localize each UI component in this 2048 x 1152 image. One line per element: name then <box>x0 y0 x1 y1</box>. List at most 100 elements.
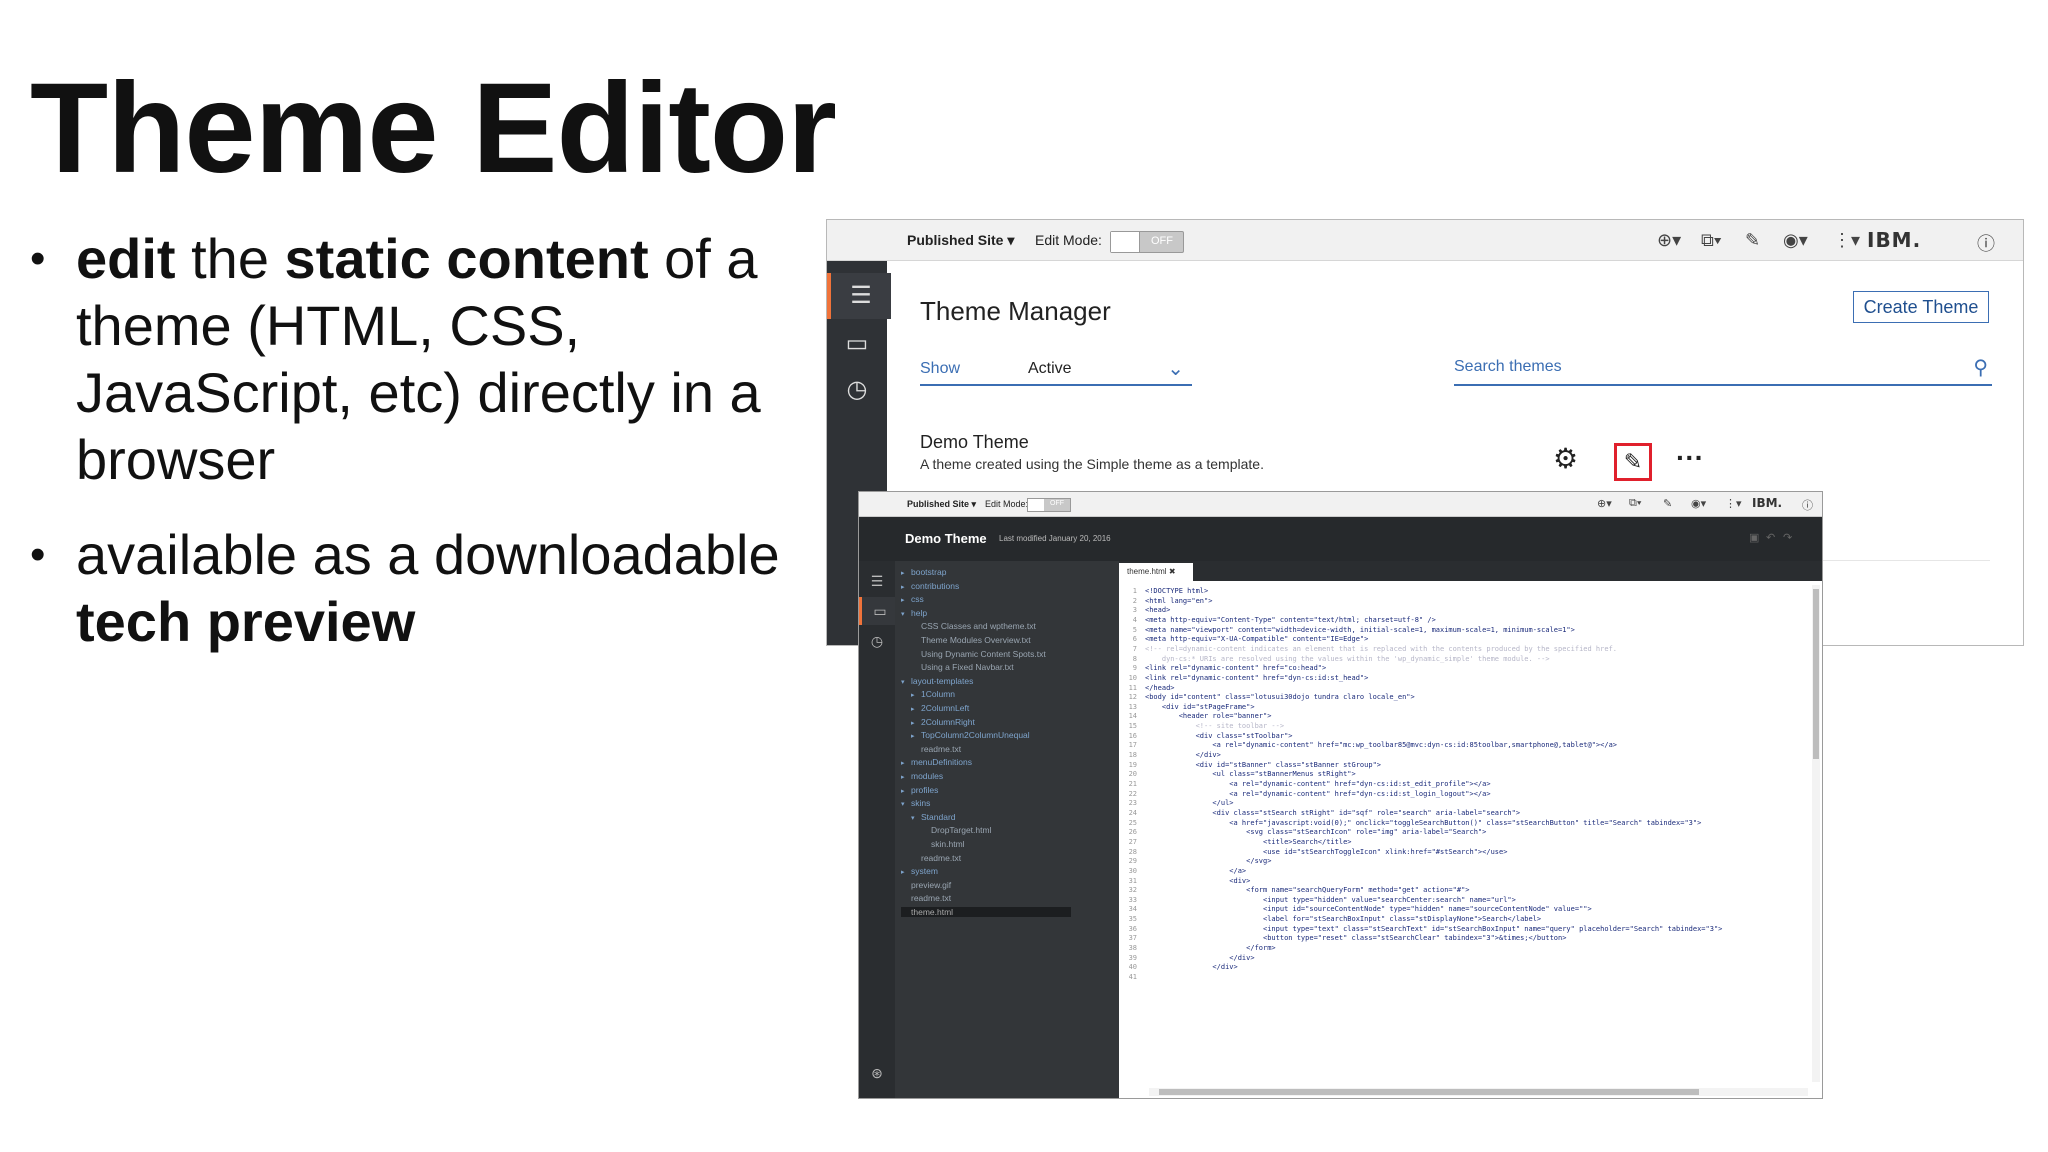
terminal-icon[interactable]: ▭ <box>827 321 887 367</box>
more-vertical-icon[interactable]: ⋮▾ <box>1725 497 1742 510</box>
caret-down-icon: ▾ <box>901 801 905 809</box>
ibm-logo: IBM. <box>1867 228 1922 252</box>
tree-folder[interactable]: ▸ 2ColumnRight <box>911 717 975 727</box>
redo-icon[interactable]: ↷ <box>1783 531 1792 544</box>
tree-item-label: Theme Modules Overview.txt <box>921 635 1031 645</box>
caret-down-icon: ▾ <box>901 610 905 618</box>
tree-item-label: menuDefinitions <box>911 757 972 768</box>
editor-theme-title: Demo Theme <box>905 531 987 546</box>
bullet-item: edit the static content of a theme (HTML… <box>30 225 800 493</box>
edit-mode-label: Edit Mode: <box>1035 232 1102 248</box>
horizontal-scrollbar[interactable] <box>1149 1088 1808 1096</box>
create-theme-button[interactable]: Create Theme <box>1853 291 1989 323</box>
tab-theme-html[interactable]: theme.html ✖ <box>1119 563 1193 581</box>
tree-item-label: 2ColumnRight <box>921 716 975 727</box>
caret-down-icon: ▾ <box>1007 232 1015 248</box>
tree-file[interactable]: readme.txt <box>911 744 961 754</box>
tree-file[interactable]: skin.html <box>921 839 965 849</box>
tree-item-label: DropTarget.html <box>931 825 992 836</box>
slide-title: Theme Editor <box>30 57 837 200</box>
tree-folder[interactable]: ▸ css <box>901 594 924 604</box>
more-horizontal-icon[interactable]: ··· <box>1676 442 1704 474</box>
site-selector[interactable]: Published Site ▾ <box>907 232 1014 249</box>
edit-mode-toggle[interactable]: OFF <box>1027 498 1071 512</box>
editor-tab-bar: theme.html ✖ <box>1119 561 1822 581</box>
tree-file[interactable]: Theme Modules Overview.txt <box>911 635 1031 645</box>
tree-file[interactable]: Using Dynamic Content Spots.txt <box>911 649 1046 659</box>
devices-icon[interactable]: ⧉▾ <box>1629 497 1641 510</box>
tree-folder[interactable]: ▾ layout-templates <box>901 676 973 686</box>
terminal-icon[interactable]: ▭ <box>859 597 898 625</box>
close-icon[interactable]: ✖ <box>1169 567 1176 576</box>
tree-item-label: preview.gif <box>911 879 952 890</box>
caret-right-icon: ▸ <box>901 774 905 781</box>
settings-icon[interactable]: ⊛ <box>859 1059 895 1087</box>
tree-item-label: readme.txt <box>921 852 962 863</box>
edit-mode-toggle[interactable]: OFF <box>1110 231 1184 253</box>
eye-icon[interactable]: ◉▾ <box>1691 497 1706 510</box>
tree-folder[interactable]: ▸ modules <box>901 771 943 781</box>
tree-file[interactable]: preview.gif <box>901 880 951 890</box>
tree-item-label: profiles <box>911 784 939 795</box>
edit-pencil-icon[interactable]: ✎ <box>1614 443 1652 481</box>
globe-icon[interactable]: ⊕▾ <box>1657 230 1681 251</box>
wrench-icon[interactable]: ✎ <box>1745 230 1760 251</box>
more-vertical-icon[interactable]: ⋮▾ <box>1833 230 1860 251</box>
search-placeholder: Search themes <box>1454 358 1562 375</box>
gauge-icon[interactable]: ◷ <box>827 367 887 413</box>
tree-folder[interactable]: ▸ profiles <box>901 785 938 795</box>
tree-folder[interactable]: ▾ help <box>901 608 927 618</box>
bullet-list: edit the static content of a theme (HTML… <box>30 225 800 683</box>
info-icon[interactable]: ⓘ <box>1802 497 1813 513</box>
tree-item-label: contributions <box>911 580 960 591</box>
theme-editor-window: Published Site ▾ Edit Mode: OFF ⊕▾ ⧉▾ ✎ … <box>858 491 1823 1099</box>
tree-file[interactable]: readme.txt <box>911 853 961 863</box>
tree-folder[interactable]: ▸ 1Column <box>911 689 955 699</box>
save-icon[interactable]: ▣ <box>1749 531 1759 544</box>
code-area[interactable]: 1 <!DOCTYPE html> 2 <html lang="en"> 3 <head>… <box>1119 585 1808 1084</box>
tree-item-label: system <box>911 866 938 877</box>
show-filter-dropdown[interactable]: Show Active ⌄ <box>920 358 1192 386</box>
list-icon[interactable]: ☰ <box>827 273 891 319</box>
devices-icon[interactable]: ⧉▾ <box>1701 230 1721 251</box>
search-icon[interactable]: ⚲ <box>1973 355 1988 380</box>
bullet-item: available as a downloadable tech preview <box>30 521 800 655</box>
tree-folder[interactable]: ▾ Standard <box>911 812 956 822</box>
gauge-icon[interactable]: ◷ <box>859 627 895 655</box>
site-selector[interactable]: Published Site ▾ <box>907 499 976 510</box>
list-icon[interactable]: ☰ <box>859 567 895 595</box>
gear-icon[interactable]: ⚙ <box>1553 442 1578 475</box>
tree-folder[interactable]: ▸ TopColumn2ColumnUnequal <box>911 730 1030 740</box>
tree-file[interactable]: readme.txt <box>901 893 951 903</box>
tree-file[interactable]: DropTarget.html <box>921 825 991 835</box>
caret-right-icon: ▸ <box>901 869 905 877</box>
theme-row-name[interactable]: Demo Theme <box>920 432 1029 453</box>
portal-toolbar: Published Site ▾ Edit Mode: OFF ⊕▾ ⧉▾ ✎ … <box>827 220 2023 261</box>
tree-item-label: readme.txt <box>921 743 962 754</box>
tree-folder[interactable]: ▸ contributions <box>901 581 959 591</box>
info-icon[interactable]: ⓘ <box>1977 230 1995 256</box>
tree-item-label: Standard <box>921 811 956 822</box>
search-themes-input[interactable]: Search themes ⚲ <box>1454 355 1992 386</box>
editor-header: Demo Theme Last modified January 20, 201… <box>859 517 1822 561</box>
tree-folder[interactable]: ▸ system <box>901 866 938 876</box>
caret-right-icon: ▸ <box>911 733 915 741</box>
vertical-scrollbar[interactable] <box>1812 585 1820 1082</box>
wrench-icon[interactable]: ✎ <box>1663 497 1672 510</box>
undo-icon[interactable]: ↶ <box>1766 531 1775 544</box>
tree-folder[interactable]: ▸ menuDefinitions <box>901 757 972 767</box>
eye-icon[interactable]: ◉▾ <box>1783 230 1808 251</box>
tree-item-label: readme.txt <box>911 893 952 904</box>
tree-item-label: modules <box>911 771 944 781</box>
tree-file[interactable]: theme.html <box>901 907 1071 917</box>
tree-folder[interactable]: ▸ 2ColumnLeft <box>911 703 969 713</box>
tree-file[interactable]: Using a Fixed Navbar.txt <box>911 662 1014 672</box>
tree-item-label: skins <box>911 798 931 809</box>
tree-folder[interactable]: ▸ bootstrap <box>901 567 946 577</box>
tree-file[interactable]: CSS Classes and wptheme.txt <box>911 621 1036 631</box>
tree-folder[interactable]: ▾ skins <box>901 798 930 808</box>
caret-right-icon: ▸ <box>911 706 915 713</box>
globe-icon[interactable]: ⊕▾ <box>1597 497 1612 510</box>
code-text: </div> <box>1145 963 1238 972</box>
caret-right-icon: ▸ <box>901 570 905 577</box>
